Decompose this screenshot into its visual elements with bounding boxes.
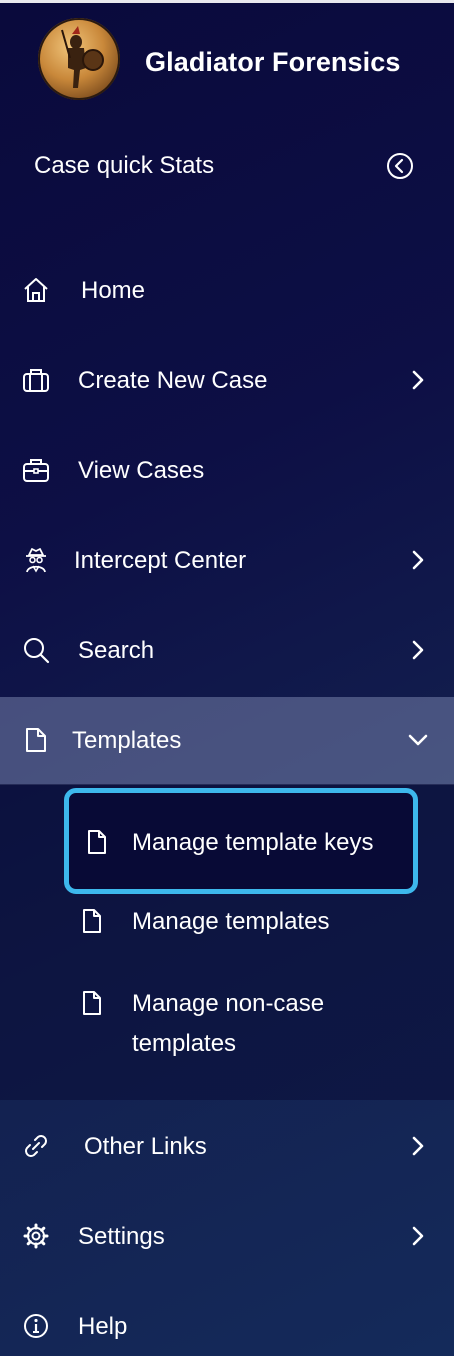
submenu-item-manage-non-case-templates[interactable]: Manage non-case templates — [64, 984, 418, 1074]
nav-label-search: Search — [78, 637, 155, 664]
chevron-right-icon — [412, 550, 424, 570]
nav-label-intercept-center: Intercept Center — [74, 547, 247, 574]
nav-item-intercept-center[interactable]: Intercept Center — [0, 517, 454, 605]
nav-label-home: Home — [81, 277, 146, 304]
brand-title: Gladiator Forensics — [145, 47, 401, 77]
document-icon — [83, 991, 101, 1015]
gladiator-figure-icon — [61, 26, 104, 88]
nav-label-templates: Templates — [72, 727, 182, 754]
search-icon — [24, 638, 50, 664]
nav-item-settings[interactable]: Settings — [0, 1193, 454, 1281]
document-icon — [26, 728, 46, 752]
gear-icon — [23, 1223, 49, 1249]
case-quick-stats-row[interactable]: Case quick Stats — [0, 143, 454, 193]
nav-item-help[interactable]: Help — [0, 1283, 454, 1356]
templates-submenu: Manage template keys Manage templates Ma… — [0, 784, 454, 1100]
submenu-label-manage-non-case-templates: Manage non-case templates — [132, 990, 325, 1057]
submenu-label-manage-template-keys: Manage template keys — [132, 829, 374, 856]
home-icon — [24, 278, 48, 302]
chevron-down-icon — [408, 734, 428, 746]
nav-item-search[interactable]: Search — [0, 607, 454, 695]
link-icon — [25, 1135, 47, 1157]
submenu-item-manage-templates[interactable]: Manage templates — [64, 902, 418, 952]
document-icon — [88, 830, 106, 854]
collapse-sidebar-button[interactable] — [386, 152, 414, 180]
document-icon — [83, 909, 101, 933]
sidebar-nav: Gladiator Forensics Case quick Stats Hom… — [0, 0, 454, 1356]
chevron-right-icon — [412, 640, 424, 660]
nav-label-settings: Settings — [78, 1223, 165, 1250]
submenu-label-manage-templates: Manage templates — [132, 908, 330, 935]
chevron-right-icon — [412, 1136, 424, 1156]
brand-header: Gladiator Forensics — [0, 3, 454, 128]
chevron-right-icon — [412, 1226, 424, 1246]
briefcase-icon — [23, 369, 49, 392]
nav-label-view-cases: View Cases — [78, 457, 205, 484]
gladiator-logo[interactable] — [38, 18, 120, 100]
chevron-left-circle-icon — [387, 153, 413, 179]
spy-icon — [26, 548, 46, 573]
nav-label-other-links: Other Links — [84, 1133, 207, 1160]
nav-item-create-new-case[interactable]: Create New Case — [0, 337, 454, 425]
nav-label-help: Help — [78, 1313, 128, 1340]
nav-item-view-cases[interactable]: View Cases — [0, 427, 454, 515]
submenu-item-manage-template-keys[interactable]: Manage template keys — [64, 788, 418, 894]
info-icon — [24, 1314, 48, 1338]
nav-label-create-new-case: Create New Case — [78, 367, 268, 394]
nav-item-other-links[interactable]: Other Links — [0, 1103, 454, 1191]
nav-item-templates[interactable]: Templates — [0, 697, 454, 785]
chevron-right-icon — [412, 370, 424, 390]
case-quick-stats-label: Case quick Stats — [34, 152, 215, 179]
nav-item-home[interactable]: Home — [0, 247, 454, 335]
toolbox-icon — [23, 459, 49, 482]
